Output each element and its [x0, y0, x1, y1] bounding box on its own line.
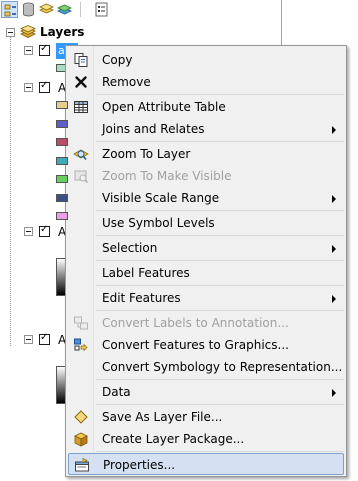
layer-collapse-toggle[interactable]	[24, 227, 33, 236]
layers-stack-icon	[20, 25, 36, 39]
layer-context-menu: Copy Remove Open Attribute Table Joins a…	[65, 45, 347, 477]
menu-item-visible-scale-range[interactable]: Visible Scale Range	[68, 187, 344, 209]
layer-visibility-checkbox[interactable]: ✓	[39, 332, 50, 345]
menu-item-convert-symbology-to-representation[interactable]: Convert Symbology to Representation...	[68, 356, 344, 378]
menu-item-create-layer-package[interactable]: Create Layer Package...	[68, 428, 344, 450]
list-by-drawing-order-icon	[4, 4, 16, 17]
menu-separator	[96, 451, 344, 452]
submenu-arrow-icon	[332, 245, 336, 253]
menu-separator	[96, 210, 344, 211]
menu-separator	[96, 310, 344, 311]
menu-item-remove[interactable]: Remove	[68, 71, 344, 93]
menu-item-properties[interactable]: Properties...	[68, 453, 344, 475]
remove-icon	[73, 74, 89, 90]
toolbar-separator	[80, 2, 81, 17]
options-list-icon	[95, 2, 108, 17]
menu-separator	[96, 285, 344, 286]
convert-labels-icon	[73, 315, 89, 331]
table-icon	[73, 99, 89, 115]
menu-item-label: Selection	[102, 241, 158, 255]
legend-swatch	[56, 119, 68, 128]
list-by-selection-button[interactable]	[56, 1, 73, 18]
legend-swatch	[56, 175, 68, 183]
menu-separator	[96, 379, 344, 380]
menu-item-label-features[interactable]: Label Features	[68, 262, 344, 284]
legend-swatch	[56, 101, 68, 109]
layer-visibility-checkbox[interactable]: ✓	[39, 224, 50, 237]
menu-item-selection[interactable]: Selection	[68, 237, 344, 259]
layer-collapse-toggle[interactable]	[24, 83, 33, 92]
properties-icon	[74, 457, 90, 473]
menu-item-label: Edit Features	[102, 291, 181, 305]
menu-item-joins-and-relates[interactable]: Joins and Relates	[68, 118, 344, 140]
selection-list-icon	[57, 4, 72, 15]
layer-collapse-toggle[interactable]	[24, 335, 33, 344]
layer-visibility-checkbox[interactable]: ✓	[39, 80, 50, 93]
submenu-arrow-icon	[332, 195, 336, 203]
zoom-visible-icon	[73, 168, 89, 184]
menu-item-zoom-to-make-visible[interactable]: Zoom To Make Visible	[68, 165, 344, 187]
menu-item-copy[interactable]: Copy	[68, 49, 344, 71]
menu-item-convert-labels-to-annotation[interactable]: Convert Labels to Annotation...	[68, 312, 344, 334]
menu-item-convert-features-to-graphics[interactable]: Convert Features to Graphics...	[68, 334, 344, 356]
toc-toolbar	[0, 0, 120, 20]
copy-icon	[73, 52, 89, 68]
submenu-arrow-icon	[332, 295, 336, 303]
menu-item-label: Visible Scale Range	[102, 191, 220, 205]
layer-collapse-toggle[interactable]	[24, 46, 33, 55]
menu-item-use-symbol-levels[interactable]: Use Symbol Levels	[68, 212, 344, 234]
layers-collapse-toggle[interactable]	[6, 28, 15, 37]
menu-item-label: Data	[102, 385, 131, 399]
pane-border	[281, 0, 282, 50]
layers-visibility-icon	[39, 3, 54, 14]
menu-item-label: Copy	[102, 53, 133, 67]
menu-item-label: Remove	[102, 75, 151, 89]
menu-item-zoom-to-layer[interactable]: Zoom To Layer	[68, 143, 344, 165]
zoom-to-layer-icon	[73, 146, 89, 162]
legend-swatch	[56, 138, 68, 146]
menu-separator	[96, 260, 344, 261]
options-button[interactable]	[93, 1, 110, 18]
menu-item-open-attribute-table[interactable]: Open Attribute Table	[68, 96, 344, 118]
legend-swatch	[56, 156, 68, 165]
menu-separator	[96, 404, 344, 405]
legend-swatch	[56, 212, 68, 220]
menu-item-edit-features[interactable]: Edit Features	[68, 287, 344, 309]
menu-separator	[96, 235, 344, 236]
tree-connector-line	[10, 36, 11, 346]
convert-graphics-icon	[73, 337, 89, 353]
menu-separator	[96, 94, 344, 95]
legend-swatch	[56, 193, 68, 202]
menu-item-label: Properties...	[103, 458, 176, 472]
menu-item-label: Save As Layer File...	[102, 410, 223, 424]
menu-separator	[96, 141, 344, 142]
menu-item-label: Convert Labels to Annotation...	[102, 316, 289, 330]
menu-item-data[interactable]: Data	[68, 381, 344, 403]
list-by-drawing-order-button[interactable]	[1, 1, 18, 18]
data-frame-title: Layers	[40, 25, 85, 39]
menu-item-label: Use Symbol Levels	[102, 216, 215, 230]
list-by-visibility-button[interactable]	[38, 1, 55, 18]
list-by-source-button[interactable]	[20, 1, 37, 18]
menu-item-label: Convert Features to Graphics...	[102, 338, 289, 352]
menu-item-label: Create Layer Package...	[102, 432, 245, 446]
menu-item-label: Zoom To Make Visible	[102, 169, 232, 183]
database-icon	[23, 2, 34, 17]
submenu-arrow-icon	[332, 389, 336, 397]
menu-item-label: Zoom To Layer	[102, 147, 191, 161]
menu-item-label: Joins and Relates	[102, 122, 205, 136]
submenu-arrow-icon	[332, 126, 336, 134]
save-layer-icon	[73, 409, 89, 425]
menu-item-save-as-layer-file[interactable]: Save As Layer File...	[68, 406, 344, 428]
layer-package-icon	[73, 431, 89, 447]
menu-item-label: Label Features	[102, 266, 190, 280]
menu-item-label: Convert Symbology to Representation...	[102, 360, 343, 374]
menu-item-label: Open Attribute Table	[102, 100, 226, 114]
layer-visibility-checkbox[interactable]: ✓	[39, 43, 50, 56]
